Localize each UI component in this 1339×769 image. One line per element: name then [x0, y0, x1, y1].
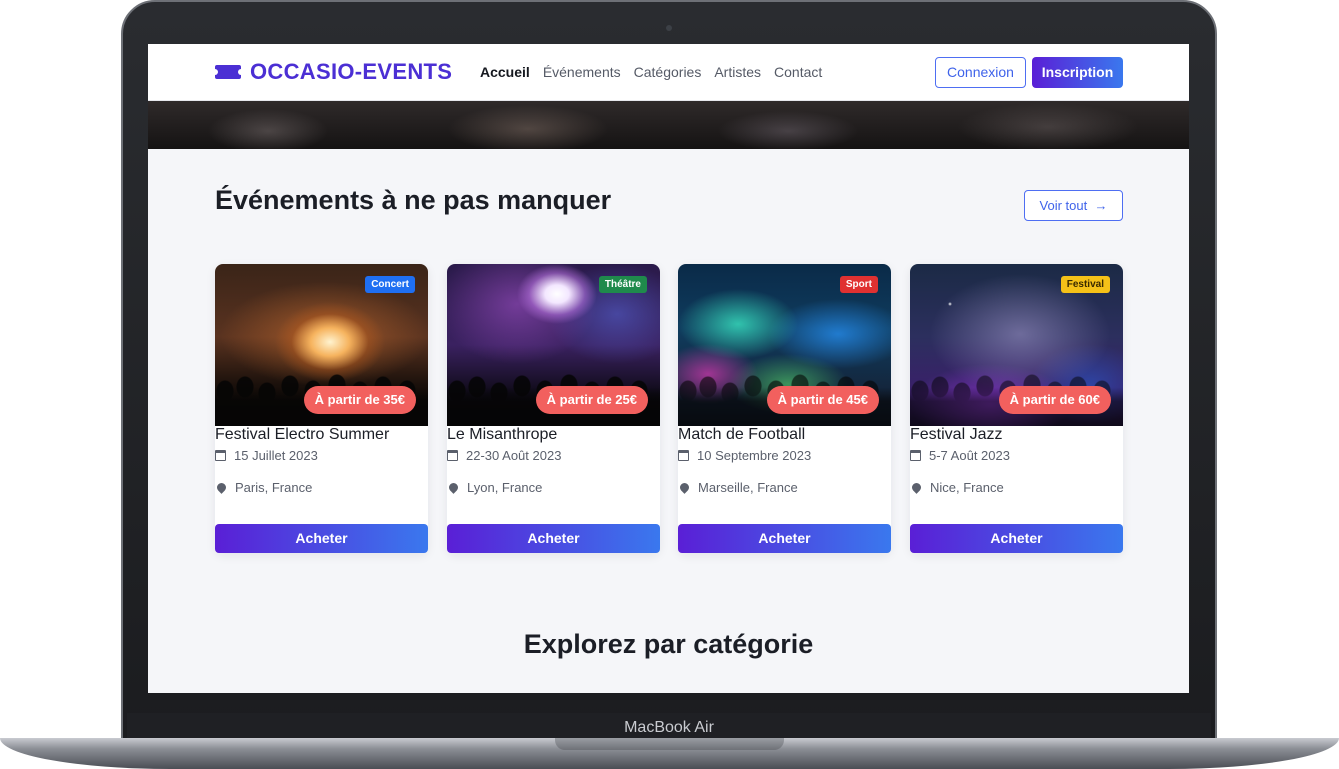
calendar-icon: [447, 450, 458, 461]
arrow-right-icon: →: [1090, 198, 1108, 213]
nav-link-contact[interactable]: Contact: [774, 64, 822, 80]
event-card[interactable]: Festival À partir de 60€ Festival Jazz 5…: [910, 264, 1123, 553]
categories-section-title: Explorez par catégorie: [523, 629, 814, 659]
price-badge: À partir de 60€: [998, 386, 1111, 414]
calendar-icon: [910, 450, 921, 461]
ticket-icon: [212, 65, 244, 79]
signup-button[interactable]: Inscription: [1032, 57, 1123, 88]
buy-button[interactable]: Acheter: [678, 524, 891, 553]
nav-link-categories[interactable]: Catégories: [634, 64, 702, 80]
event-location-row: Paris, France: [215, 480, 312, 495]
event-date-row: 5-7 Août 2023: [910, 448, 1010, 463]
laptop-bezel-label: MacBook Air: [127, 713, 1211, 740]
nav-links: Accueil Événements Catégories Artistes C…: [480, 64, 822, 80]
see-all-label: Voir tout: [1039, 198, 1088, 213]
nav-link-artistes[interactable]: Artistes: [714, 64, 761, 80]
nav-link-accueil[interactable]: Accueil: [480, 64, 530, 80]
camera-dot: [666, 25, 672, 31]
event-date: 5-7 Août 2023: [929, 448, 1010, 463]
event-card[interactable]: Concert À partir de 35€ Festival Electro…: [215, 264, 428, 553]
logo-text: OCCASIO-EVENTS: [250, 59, 453, 84]
event-date-row: 22-30 Août 2023: [447, 448, 561, 463]
event-date: 22-30 Août 2023: [466, 448, 562, 463]
category-badge: Concert: [365, 276, 415, 293]
category-badge: Festival: [1060, 276, 1110, 293]
event-location-row: Marseille, France: [678, 480, 798, 495]
category-badge: Théâtre: [598, 276, 647, 293]
browser-screen: OCCASIO-EVENTS Accueil Événements Catégo…: [148, 44, 1189, 693]
event-date: 10 Septembre 2023: [697, 448, 812, 463]
event-title: Le Misanthrope: [447, 426, 558, 443]
event-location: Lyon, France: [467, 480, 543, 495]
price-badge: À partir de 45€: [766, 386, 879, 414]
event-image: Concert À partir de 35€: [215, 264, 428, 426]
event-title: Festival Jazz: [910, 426, 1003, 443]
price-badge: À partir de 25€: [535, 386, 648, 414]
buy-button[interactable]: Acheter: [447, 524, 660, 553]
event-image: Festival À partir de 60€: [910, 264, 1123, 426]
event-location: Nice, France: [930, 480, 1004, 495]
map-pin-icon: [215, 481, 228, 494]
nav-link-evenements[interactable]: Événements: [543, 64, 621, 80]
event-location-row: Lyon, France: [447, 480, 542, 495]
buy-button[interactable]: Acheter: [215, 524, 428, 553]
event-location-row: Nice, France: [910, 480, 1004, 495]
laptop-hinge-notch: [555, 738, 784, 750]
event-location: Paris, France: [235, 480, 313, 495]
login-button[interactable]: Connexion: [935, 57, 1026, 88]
event-card[interactable]: Théâtre À partir de 25€ Le Misanthrope 2…: [447, 264, 660, 553]
map-pin-icon: [447, 481, 460, 494]
featured-section-title: Événements à ne pas manquer: [215, 185, 612, 215]
calendar-icon: [215, 450, 226, 461]
buy-button[interactable]: Acheter: [910, 524, 1123, 553]
event-image: Théâtre À partir de 25€: [447, 264, 660, 426]
map-pin-icon: [910, 481, 923, 494]
navbar: OCCASIO-EVENTS Accueil Événements Catégo…: [148, 44, 1189, 101]
map-pin-icon: [678, 481, 691, 494]
price-badge: À partir de 35€: [303, 386, 416, 414]
event-date-row: 10 Septembre 2023: [678, 448, 811, 463]
see-all-button[interactable]: Voir tout →: [1024, 190, 1123, 221]
event-location: Marseille, France: [698, 480, 798, 495]
hero-banner-image: [148, 101, 1189, 149]
event-date: 15 Juillet 2023: [234, 448, 318, 463]
logo[interactable]: OCCASIO-EVENTS: [212, 59, 453, 85]
category-badge: Sport: [839, 276, 878, 293]
event-title: Festival Electro Summer: [215, 426, 390, 443]
event-date-row: 15 Juillet 2023: [215, 448, 318, 463]
event-title: Match de Football: [678, 426, 806, 443]
calendar-icon: [678, 450, 689, 461]
event-card[interactable]: Sport À partir de 45€ Match de Football …: [678, 264, 891, 553]
event-image: Sport À partir de 45€: [678, 264, 891, 426]
